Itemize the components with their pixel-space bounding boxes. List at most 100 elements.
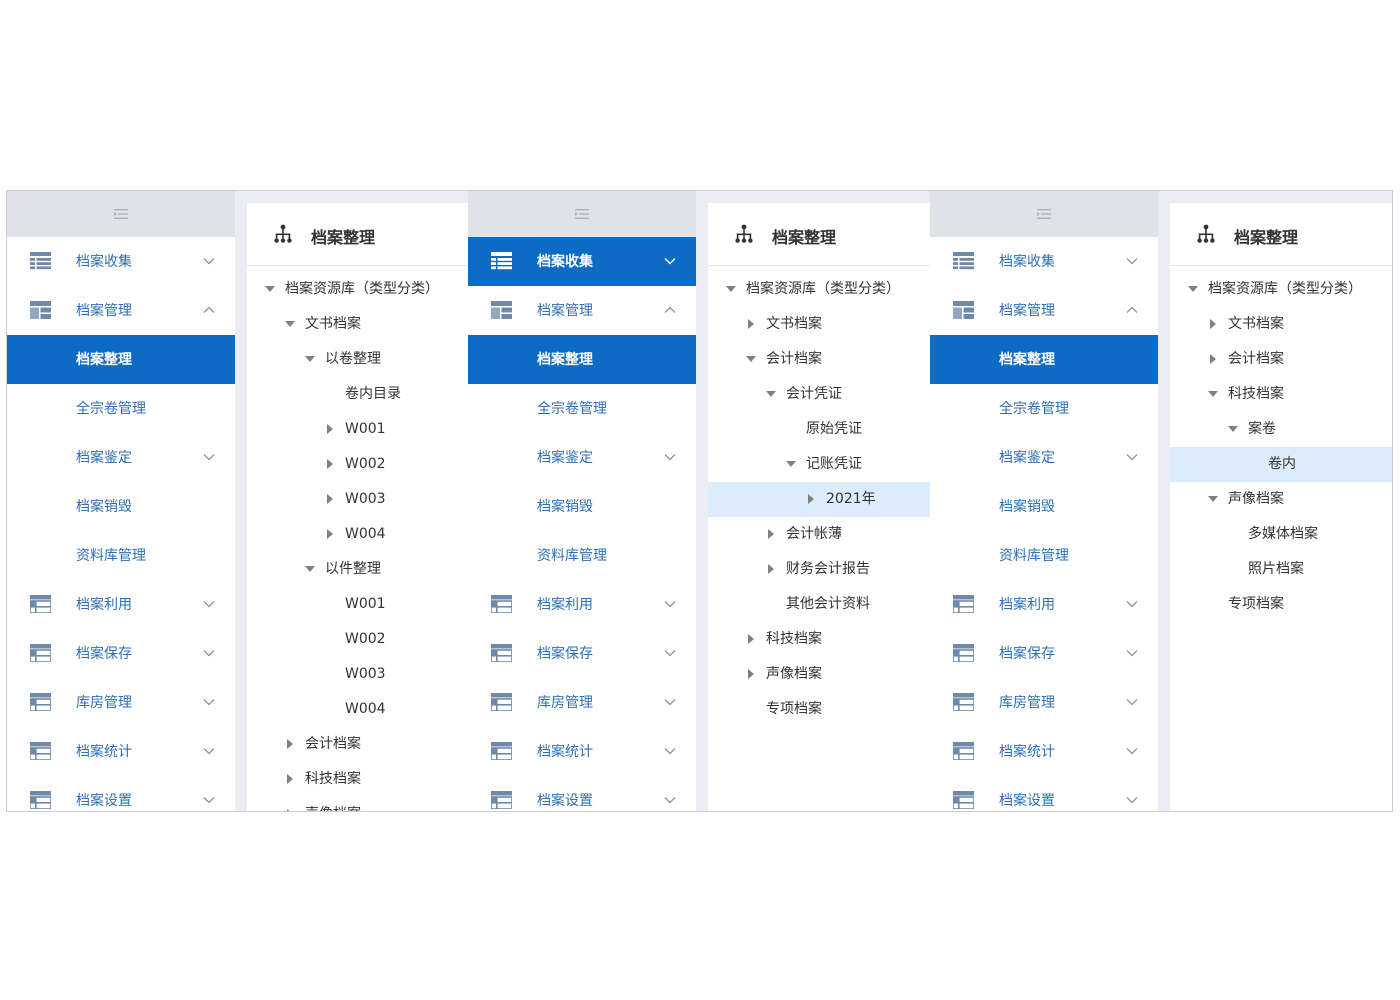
tree-node[interactable]: W002 (247, 622, 469, 657)
chevron-down-icon[interactable] (1126, 697, 1138, 707)
caret-down-icon[interactable] (285, 319, 295, 329)
sidebar-item[interactable]: 资料库管理 (930, 531, 1158, 580)
tree-node[interactable]: 科技档案 (247, 762, 469, 797)
caret-down-icon[interactable] (305, 564, 315, 574)
chevron-down-icon[interactable] (1126, 599, 1138, 609)
sidebar-item[interactable]: 档案管理 (7, 286, 235, 335)
sidebar-item[interactable]: 全宗卷管理 (930, 384, 1158, 433)
chevron-down-icon[interactable] (203, 452, 215, 462)
caret-down-icon[interactable] (1188, 284, 1198, 294)
chevron-up-icon[interactable] (203, 305, 215, 315)
chevron-up-icon[interactable] (1126, 305, 1138, 315)
sidebar-item[interactable]: 库房管理 (468, 678, 696, 727)
tree-node[interactable]: 案卷 (1170, 412, 1392, 447)
tree-node[interactable]: 文书档案 (708, 307, 930, 342)
chevron-down-icon[interactable] (203, 795, 215, 805)
chevron-down-icon[interactable] (664, 697, 676, 707)
tree-node[interactable]: 会计档案 (247, 727, 469, 762)
chevron-down-icon[interactable] (664, 648, 676, 658)
sidebar-item[interactable]: 库房管理 (930, 678, 1158, 727)
sidebar-item[interactable]: 档案设置 (468, 776, 696, 811)
caret-right-icon[interactable] (1208, 354, 1218, 364)
caret-right-icon[interactable] (746, 669, 756, 679)
caret-right-icon[interactable] (325, 494, 335, 504)
tree-node[interactable]: 卷内 (1170, 447, 1392, 482)
sidebar-item[interactable]: 档案收集 (7, 237, 235, 286)
caret-down-icon[interactable] (265, 284, 275, 294)
sidebar-item[interactable]: 档案销毁 (930, 482, 1158, 531)
chevron-up-icon[interactable] (664, 305, 676, 315)
tree-node[interactable]: W003 (247, 482, 469, 517)
tree-node[interactable]: 照片档案 (1170, 552, 1392, 587)
tree-node[interactable]: W004 (247, 517, 469, 552)
caret-right-icon[interactable] (766, 529, 776, 539)
chevron-down-icon[interactable] (203, 746, 215, 756)
chevron-down-icon[interactable] (664, 746, 676, 756)
caret-down-icon[interactable] (305, 354, 315, 364)
chevron-down-icon[interactable] (1126, 746, 1138, 756)
caret-right-icon[interactable] (746, 634, 756, 644)
caret-right-icon[interactable] (285, 809, 295, 811)
tree-node[interactable]: W004 (247, 692, 469, 727)
sidebar-item[interactable]: 档案利用 (930, 580, 1158, 629)
tree-node[interactable]: 声像档案 (1170, 482, 1392, 517)
tree-node[interactable]: 卷内目录 (247, 377, 469, 412)
sidebar-item[interactable]: 档案鉴定 (930, 433, 1158, 482)
sidebar-item[interactable]: 全宗卷管理 (468, 384, 696, 433)
sidebar-item[interactable]: 档案利用 (7, 580, 235, 629)
tree-node[interactable]: 科技档案 (1170, 377, 1392, 412)
tree-node[interactable]: 会计凭证 (708, 377, 930, 412)
caret-down-icon[interactable] (1228, 424, 1238, 434)
tree-node[interactable]: 声像档案 (247, 797, 469, 811)
sidebar-item[interactable]: 档案整理 (7, 335, 235, 384)
sidebar-item[interactable]: 档案收集 (930, 237, 1158, 286)
tree-node[interactable]: W003 (247, 657, 469, 692)
sidebar-collapse-toggle[interactable] (930, 191, 1158, 237)
sidebar-item[interactable]: 档案设置 (930, 776, 1158, 811)
caret-right-icon[interactable] (766, 564, 776, 574)
tree-node[interactable]: 会计档案 (708, 342, 930, 377)
sidebar-item[interactable]: 资料库管理 (7, 531, 235, 580)
caret-right-icon[interactable] (325, 529, 335, 539)
caret-down-icon[interactable] (726, 284, 736, 294)
sidebar-item[interactable]: 全宗卷管理 (7, 384, 235, 433)
sidebar-item[interactable]: 档案保存 (468, 629, 696, 678)
tree-node[interactable]: 记账凭证 (708, 447, 930, 482)
caret-down-icon[interactable] (786, 459, 796, 469)
tree-node[interactable]: 专项档案 (708, 692, 930, 727)
sidebar-item[interactable]: 档案销毁 (7, 482, 235, 531)
sidebar-item[interactable]: 档案管理 (930, 286, 1158, 335)
tree-node[interactable]: 文书档案 (1170, 307, 1392, 342)
tree-node[interactable]: 会计帐薄 (708, 517, 930, 552)
caret-down-icon[interactable] (1208, 494, 1218, 504)
caret-right-icon[interactable] (285, 774, 295, 784)
caret-right-icon[interactable] (325, 424, 335, 434)
sidebar-item[interactable]: 档案利用 (468, 580, 696, 629)
tree-node[interactable]: 专项档案 (1170, 587, 1392, 622)
tree-node[interactable]: 会计档案 (1170, 342, 1392, 377)
tree-node[interactable]: W002 (247, 447, 469, 482)
tree-node[interactable]: 文书档案 (247, 307, 469, 342)
chevron-down-icon[interactable] (1126, 256, 1138, 266)
caret-right-icon[interactable] (285, 739, 295, 749)
chevron-down-icon[interactable] (664, 256, 676, 266)
tree-node[interactable]: 档案资源库（类型分类） (708, 272, 930, 307)
chevron-down-icon[interactable] (1126, 452, 1138, 462)
tree-node[interactable]: 以件整理 (247, 552, 469, 587)
tree-node[interactable]: 档案资源库（类型分类） (1170, 272, 1392, 307)
tree-node[interactable]: 其他会计资料 (708, 587, 930, 622)
caret-right-icon[interactable] (806, 494, 816, 504)
tree-node[interactable]: 多媒体档案 (1170, 517, 1392, 552)
sidebar-item[interactable]: 档案鉴定 (468, 433, 696, 482)
sidebar-item[interactable]: 档案设置 (7, 776, 235, 811)
sidebar-item[interactable]: 档案整理 (468, 335, 696, 384)
tree-node[interactable]: 原始凭证 (708, 412, 930, 447)
tree-node[interactable]: 科技档案 (708, 622, 930, 657)
sidebar-item[interactable]: 资料库管理 (468, 531, 696, 580)
sidebar-item[interactable]: 档案统计 (930, 727, 1158, 776)
tree-node[interactable]: 声像档案 (708, 657, 930, 692)
sidebar-item[interactable]: 档案保存 (930, 629, 1158, 678)
chevron-down-icon[interactable] (664, 599, 676, 609)
sidebar-item[interactable]: 档案收集 (468, 237, 696, 286)
tree-node[interactable]: 以卷整理 (247, 342, 469, 377)
